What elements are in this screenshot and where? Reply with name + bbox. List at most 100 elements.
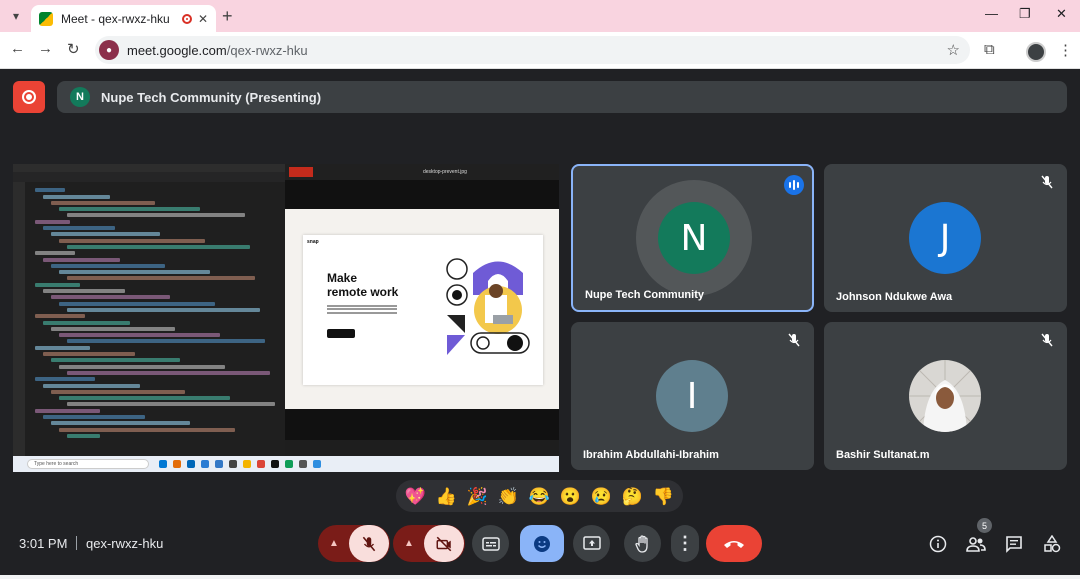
meet-favicon-icon [39,11,53,26]
code-line [43,289,125,294]
restore-button[interactable]: ❐ [1019,6,1031,22]
code-line [59,333,220,338]
code-line [59,207,200,212]
leave-call-button[interactable] [706,525,762,562]
mic-off-icon [1041,175,1053,189]
code-line [35,345,90,350]
reaction-sparkling-heart[interactable]: 💖 [405,488,426,505]
tab-close-icon[interactable]: ✕ [198,12,208,26]
mic-options-chevron-icon[interactable]: ▲ [319,538,349,549]
forward-arrow-icon[interactable]: → [38,40,53,57]
people-icon [966,537,986,552]
activities-button[interactable] [1041,533,1063,555]
code-line [51,389,185,394]
site-settings-icon[interactable]: ● [99,40,119,60]
reaction-clapping[interactable]: 👏 [498,488,519,505]
code-line [67,276,255,281]
participant-tile-bashir[interactable]: Bashir Sultanat.m [824,322,1067,470]
participant-tile-johnson[interactable]: J Johnson Ndukwe Awa [824,164,1067,312]
divider [76,536,77,550]
code-line [59,396,230,401]
shared-screen[interactable]: desktop-prevent.jpg snap Make remote wor… [13,164,559,472]
code-line [35,377,95,382]
presenter-avatar: N [70,87,90,107]
code-line [67,339,265,344]
mic-off-icon [1041,333,1053,347]
reaction-thumbs-up[interactable]: 👍 [436,488,457,505]
mic-off-icon [788,333,800,347]
reload-icon[interactable]: ↻ [67,40,80,58]
code-line [43,414,145,419]
browser-tab-bar: ▾ Meet - qex-rwxz-hku ✕ + — ❐ ✕ [0,0,1080,32]
chat-button[interactable] [1003,533,1025,555]
reaction-laughing[interactable]: 😂 [529,488,550,505]
camera-control-group: ▲ [393,525,465,562]
code-line [51,200,155,205]
reaction-crying[interactable]: 😢 [591,488,612,505]
more-options-button[interactable]: ⋮ [671,525,699,562]
window-bottom-edge [0,575,1080,579]
address-bar[interactable]: ● meet.google.com/qex-rwxz-hku ☆ [95,36,970,64]
participant-tile-ibrahim[interactable]: I Ibrahim Abdullahi-Ibrahim [571,322,814,470]
browser-tab-meet[interactable]: Meet - qex-rwxz-hku ✕ [31,5,216,32]
browser-menu-icon[interactable]: ⋮ [1058,41,1073,59]
participant-name: Nupe Tech Community [585,289,704,301]
mic-toggle-button[interactable] [349,525,389,562]
recording-button[interactable] [13,81,45,113]
code-line [67,370,270,375]
extensions-puzzle-icon[interactable]: ⧉ [984,41,995,58]
record-icon [22,90,36,104]
camera-toggle-button[interactable] [424,525,464,562]
code-line [43,194,110,199]
taskbar-search: Type here to search [27,459,149,469]
more-vert-icon: ⋮ [676,533,694,553]
reaction-thinking[interactable]: 🤔 [622,488,643,505]
participant-name: Johnson Ndukwe Awa [836,291,953,303]
code-line [67,402,275,407]
bookmark-star-icon[interactable]: ☆ [947,41,960,59]
emoji-icon [534,535,550,552]
back-arrow-icon[interactable]: ← [10,40,25,57]
reaction-surprised[interactable]: 😮 [560,488,581,505]
meeting-details-button[interactable] [927,533,949,555]
reaction-party-popper[interactable]: 🎉 [467,488,488,505]
code-line [67,307,260,312]
code-line [51,421,190,426]
tab-search-chevron-icon[interactable]: ▾ [6,6,26,26]
code-line [51,295,170,300]
people-button[interactable] [965,533,987,555]
avatar: I [656,360,728,432]
captions-button[interactable] [472,525,509,562]
image-viewer-window: desktop-prevent.jpg snap Make remote wor… [285,164,559,456]
new-tab-button[interactable]: + [222,6,233,27]
raise-hand-button[interactable] [624,525,661,562]
code-line [35,188,65,193]
code-line [43,257,120,262]
poster-illustration [446,258,530,355]
presenting-banner: N Nupe Tech Community (Presenting) [57,81,1067,113]
present-button[interactable] [573,525,610,562]
code-line [59,238,205,243]
participant-tile-nupe[interactable]: N Nupe Tech Community [571,164,814,312]
window-close-button[interactable]: ✕ [1056,6,1067,22]
code-line [67,213,245,218]
code-line [59,301,215,306]
info-icon [929,535,947,553]
meeting-code: qex-rwxz-hku [86,536,164,551]
reactions-button[interactable] [520,525,564,562]
participant-count-badge: 5 [977,518,992,533]
hangup-icon [724,540,744,548]
code-line [35,282,80,287]
reaction-thumbs-down[interactable]: 👎 [653,488,674,505]
camera-off-icon [436,536,452,551]
code-line [43,320,130,325]
minimize-button[interactable]: — [985,6,998,21]
code-line [51,326,175,331]
browser-toolbar: ← → ↻ ● meet.google.com/qex-rwxz-hku ☆ ⧉… [0,32,1080,69]
camera-options-chevron-icon[interactable]: ▲ [394,538,424,549]
code-editor-window [13,164,285,456]
mic-control-group: ▲ [318,525,390,562]
profile-avatar[interactable] [1026,42,1046,62]
url-text: meet.google.com/qex-rwxz-hku [127,42,308,58]
code-line [43,383,140,388]
